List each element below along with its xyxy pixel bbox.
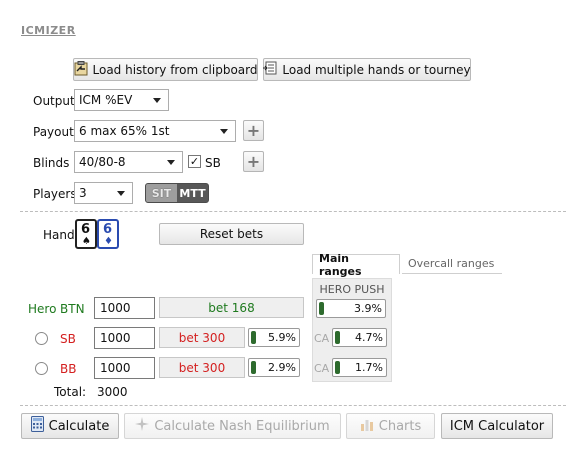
sb-checkbox[interactable]: ✓ [188,155,201,168]
diamond-icon: ♦ [104,236,113,247]
section-divider [20,405,566,406]
calculate-button[interactable]: Calculate [21,413,119,439]
chevron-down-icon [117,191,125,196]
range-bar-icon [319,302,324,315]
output-select[interactable]: ICM %EV [74,89,169,111]
app-logo[interactable]: ICMIZER [21,24,76,37]
add-payout-button[interactable]: + [243,120,264,141]
range-pct-value: 2.9% [268,361,296,374]
nash-star-icon [135,417,150,435]
range-bar-icon [335,361,340,374]
hero-prefix-label: Hero [28,302,57,316]
call-all-label-bb: CA [314,362,330,375]
section-divider [20,211,566,212]
bar-chart-icon [360,417,374,435]
bet-button-sb[interactable]: bet 300 [159,327,245,348]
range-pct-value: 1.7% [355,361,383,374]
charts-button[interactable]: Charts [346,413,435,439]
bet-button-bb[interactable]: bet 300 [159,357,245,378]
range-pct-value: 4.7% [355,331,383,344]
calculate-nash-button[interactable]: Calculate Nash Equilibrium [124,413,341,439]
calculator-icon [30,416,44,436]
mode-sng-option[interactable]: SIT [146,184,177,202]
range-pct-value: 3.9% [354,302,382,315]
load-history-button[interactable]: Load history from clipboard [73,58,258,81]
reset-bets-label: Reset bets [199,227,264,241]
mode-mtt-option[interactable]: MTT [177,184,208,202]
blinds-value: 40/80-8 [79,155,126,169]
hand-label: Hand [43,228,75,242]
calculate-label: Calculate [48,418,110,434]
icm-calculator-label: ICM Calculator [449,418,545,434]
hero-push-header: HERO PUSH [319,283,385,296]
range-sb-hero-push[interactable]: 4.7% [332,328,387,347]
chevron-down-icon [220,129,228,134]
payout-value: 6 max 65% 1st [79,124,170,138]
blinds-select[interactable]: 40/80-8 [74,151,183,173]
range-bar-icon [251,361,256,374]
players-value: 3 [79,186,87,200]
range-bb-hero-push[interactable]: 1.7% [332,358,387,377]
players-select[interactable]: 3 [74,182,133,204]
payout-label: Payout [33,125,74,139]
hand-card-1[interactable]: 6 ♠ [75,219,97,249]
card-rank: 6 [103,222,113,237]
range-sb-call[interactable]: 5.9% [248,328,300,347]
range-bar-icon [251,331,256,344]
range-bar-icon [335,331,340,344]
stack-input-sb[interactable]: 1000 [94,327,155,349]
hero-radio-sb[interactable] [35,332,48,345]
range-btn-hero-push[interactable]: 3.9% [316,299,386,318]
chevron-down-icon [167,160,175,165]
calculate-nash-label: Calculate Nash Equilibrium [154,418,330,434]
clipboard-icon [74,60,88,79]
charts-label: Charts [378,418,422,434]
range-bb-call[interactable]: 2.9% [248,358,300,377]
player-position-sb: SB [60,332,76,346]
document-list-icon [263,61,277,78]
tab-overcall-ranges[interactable]: Overcall ranges [402,254,502,274]
output-value: ICM %EV [79,93,133,107]
add-blinds-button[interactable]: + [243,151,264,172]
card-rank: 6 [81,222,91,237]
hand-card-2[interactable]: 6 ♦ [97,219,119,249]
plus-icon: + [246,151,261,171]
plus-icon: + [246,120,261,140]
spade-icon: ♠ [82,236,91,247]
tournament-mode-toggle[interactable]: SIT MTT [145,183,209,203]
reset-bets-button[interactable]: Reset bets [159,223,304,245]
players-label: Players [33,187,77,201]
hero-radio-bb[interactable] [35,362,48,375]
load-multiple-label: Load multiple hands or tourney [282,62,471,77]
blinds-label: Blinds [33,156,70,170]
call-all-label-sb: CA [314,332,330,345]
bet-button-btn[interactable]: bet 168 [159,297,304,318]
icm-calculator-button[interactable]: ICM Calculator [441,413,553,439]
payout-select[interactable]: 6 max 65% 1st [74,120,236,142]
sb-checkbox-label: SB [205,156,221,170]
range-pct-value: 5.9% [268,331,296,344]
player-position-btn: BTN [60,302,85,316]
total-value: 3000 [97,385,128,399]
tab-main-ranges[interactable]: Main ranges [312,252,400,278]
checkmark-icon: ✓ [189,155,200,168]
total-label: Total: [54,385,87,399]
stack-input-btn[interactable]: 1000 [94,297,155,319]
load-multiple-hands-button[interactable]: Load multiple hands or tourney [263,58,471,81]
load-history-label: Load history from clipboard [92,62,258,77]
chevron-down-icon [153,98,161,103]
output-label: Output [33,94,75,108]
player-position-bb: BB [60,362,77,376]
stack-input-bb[interactable]: 1000 [94,357,155,379]
